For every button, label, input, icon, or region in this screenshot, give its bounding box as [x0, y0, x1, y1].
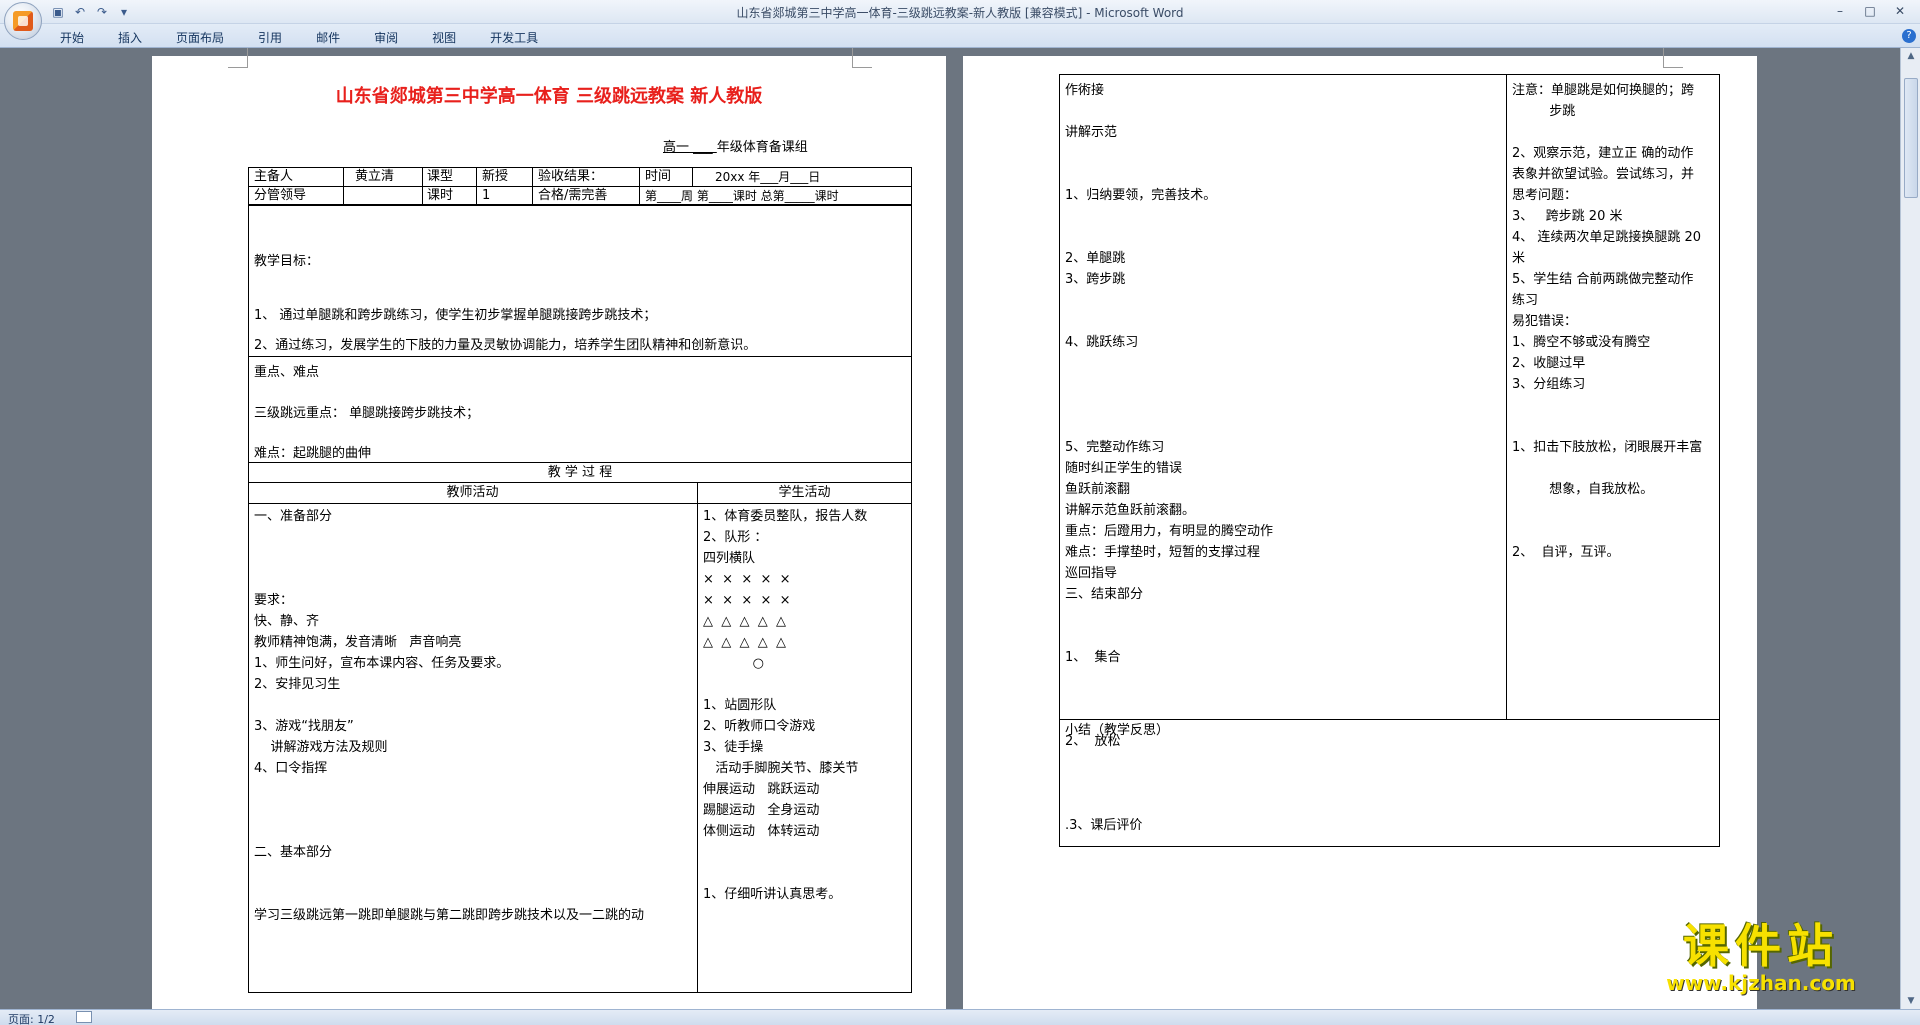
period-value: 1: [482, 188, 491, 203]
acceptance-options: 合格/需完善: [538, 188, 608, 203]
label-supervisor: 分管领导: [254, 188, 307, 203]
page-1: 山东省郯城第三中学高一体育 三级跳远教案 新人教版 高一 ___ 年级体育备课组…: [152, 48, 946, 1009]
teacher-col-header: 教师活动: [446, 485, 499, 500]
scroll-up-icon[interactable]: ▲: [1905, 50, 1917, 62]
watermark-text: 课件站: [1683, 919, 1839, 973]
document-title: 山东省郯城第三中学高一体育 三级跳远教案 新人教版: [335, 86, 763, 107]
help-icon[interactable]: ?: [1902, 29, 1916, 43]
tab-view[interactable]: 视图: [432, 29, 456, 46]
page-indicator[interactable]: 页面: 1/2: [8, 1011, 55, 1025]
margin-corner: [1663, 48, 1683, 68]
watermark-logo: 课件站 www.kjzhan.com: [1644, 919, 1878, 995]
scroll-thumb[interactable]: [1904, 78, 1918, 198]
close-button[interactable]: ✕: [1886, 2, 1914, 20]
author-name: 黄立清: [355, 169, 395, 184]
tab-review[interactable]: 审阅: [374, 29, 398, 46]
week-period: 第____周 第____课时 总第_____课时: [645, 189, 839, 203]
goals-label: 教学目标：: [254, 254, 320, 269]
student-col-header: 学生活动: [778, 485, 831, 500]
ribbon-tabs: 开始 插入 页面布局 引用 邮件 审阅 视图 开发工具 ?: [0, 24, 1920, 48]
grade-prefix: 高一: [663, 140, 690, 155]
label-period: 课时: [427, 188, 454, 203]
grade-suffix: 年级体育备课组: [716, 140, 808, 155]
grade-line: 高一 ___ 年级体育备课组: [663, 140, 808, 155]
date-field: 20xx 年___月___日: [715, 170, 821, 184]
document-workspace: 山东省郯城第三中学高一体育 三级跳远教案 新人教版 高一 ___ 年级体育备课组…: [0, 48, 1900, 1009]
difficulty: 难点：起跳腿的曲伸: [254, 446, 372, 461]
page-2: 作術接 讲解示范 1、归纳要领，完善技术。 2、单腿跳 3、跨步跳 4、跳跃练习…: [963, 48, 1757, 1009]
process-heading: 教 学 过 程: [547, 465, 613, 480]
margin-corner: [228, 48, 248, 68]
office-logo-icon: [13, 11, 33, 31]
tab-mailings[interactable]: 邮件: [316, 29, 340, 46]
student-activities-continued: 注意：单腿跳是如何换腿的；跨 步跳 2、观察示范，建立正 确的动作 表象并欲望试…: [1512, 83, 1703, 560]
tab-insert[interactable]: 插入: [118, 29, 142, 46]
office-button[interactable]: [4, 2, 42, 40]
label-author: 主备人: [254, 169, 294, 184]
tab-references[interactable]: 引用: [258, 29, 282, 46]
status-bar: 页面: 1/2: [0, 1009, 1920, 1025]
key-point: 三级跳远重点： 单腿跳接跨步跳技术；: [254, 406, 480, 421]
teacher-activities: 一、准备部分 要求： 快、静、齐 教师精神饱满，发音清晰 声音响亮 1、师生问好…: [254, 509, 645, 923]
label-time: 时间: [645, 169, 672, 184]
lesson-type: 新授: [482, 169, 509, 184]
summary-label: 小结（教学反思）: [1065, 723, 1170, 738]
minimize-button[interactable]: –: [1826, 2, 1854, 20]
goal-2: 2、通过练习，发展学生的下肢的力量及灵敏协调能力，培养学生团队精神和创新意识。: [254, 338, 757, 353]
student-activities: 1、体育委员整队，报告人数 2、队形 ： 四列横队 × × × × × × × …: [703, 509, 868, 902]
tab-home[interactable]: 开始: [60, 29, 84, 46]
proofing-icon[interactable]: [76, 1011, 92, 1023]
goal-1: 1、 通过单腿跳和跨步跳练习，使学生初步掌握单腿跳接跨步跳技术；: [254, 308, 657, 323]
tab-developer[interactable]: 开发工具: [490, 29, 538, 46]
window-title: 山东省郯城第三中学高一体育-三级跳远教案-新人教版 [兼容模式] - Micro…: [736, 6, 1184, 20]
maximize-button[interactable]: □: [1856, 2, 1884, 20]
margin-corner: [852, 48, 872, 68]
watermark-url: www.kjzhan.com: [1666, 971, 1856, 995]
vertical-scrollbar[interactable]: ▲ ▼: [1900, 48, 1920, 1009]
label-lesson-type: 课型: [427, 169, 454, 184]
key-label: 重点、难点: [254, 365, 320, 380]
label-acceptance: 验收结果：: [538, 169, 604, 184]
window-controls: – □ ✕: [1826, 2, 1914, 20]
tab-page-layout[interactable]: 页面布局: [176, 29, 224, 46]
scroll-down-icon[interactable]: ▼: [1905, 995, 1917, 1007]
title-bar: ▣ ↶ ↷ ▾ 山东省郯城第三中学高一体育-三级跳远教案-新人教版 [兼容模式]…: [0, 0, 1920, 24]
